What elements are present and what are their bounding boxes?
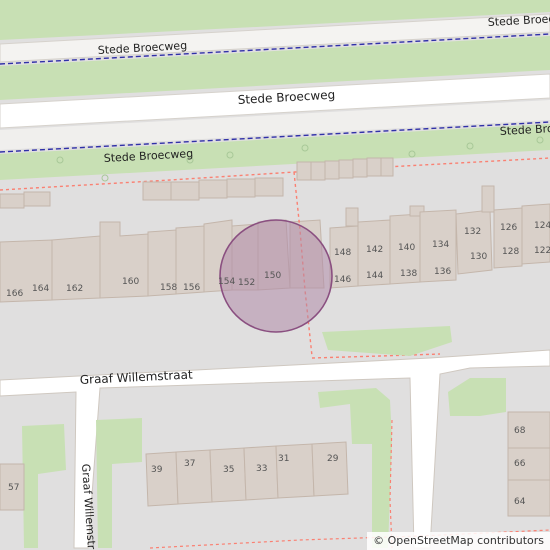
house-number: 158 <box>160 283 177 293</box>
house-number: 124 <box>534 221 550 231</box>
house-number: 164 <box>32 284 49 294</box>
house-number: 57 <box>8 483 19 493</box>
house-number: 150 <box>264 271 281 281</box>
house-number: 140 <box>398 243 415 253</box>
house-number: 64 <box>514 497 526 507</box>
house-number: 37 <box>184 459 195 469</box>
map-attribution: © OpenStreetMap contributors <box>367 532 550 550</box>
house-number: 66 <box>514 459 526 469</box>
house-number: 152 <box>238 278 255 288</box>
house-number: 142 <box>366 245 383 255</box>
house-number: 146 <box>334 275 351 285</box>
house-number: 162 <box>66 284 83 294</box>
house-number: 154 <box>218 277 235 287</box>
house-number: 39 <box>151 465 163 475</box>
house-number: 134 <box>432 240 449 250</box>
house-number: 138 <box>400 269 417 279</box>
house-number: 35 <box>223 465 234 475</box>
house-number: 29 <box>327 454 339 464</box>
house-number: 160 <box>122 277 139 287</box>
house-number: 128 <box>502 247 519 257</box>
copyright-symbol: © <box>373 534 385 547</box>
house-number: 31 <box>278 454 289 464</box>
house-number: 122 <box>534 246 550 256</box>
house-number: 144 <box>366 271 383 281</box>
house-number: 136 <box>434 267 451 277</box>
house-number: 132 <box>464 227 481 237</box>
house-number: 166 <box>6 289 23 299</box>
house-number: 33 <box>256 464 267 474</box>
map-canvas[interactable]: Stede Broecweg Stede Broecweg Stede Broe… <box>0 0 550 550</box>
house-number: 126 <box>500 223 517 233</box>
house-number: 156 <box>183 283 200 293</box>
house-number: 148 <box>334 248 351 258</box>
house-number: 130 <box>470 252 487 262</box>
openstreetmap-contributors-link[interactable]: OpenStreetMap contributors <box>388 534 544 547</box>
house-number: 68 <box>514 426 526 436</box>
